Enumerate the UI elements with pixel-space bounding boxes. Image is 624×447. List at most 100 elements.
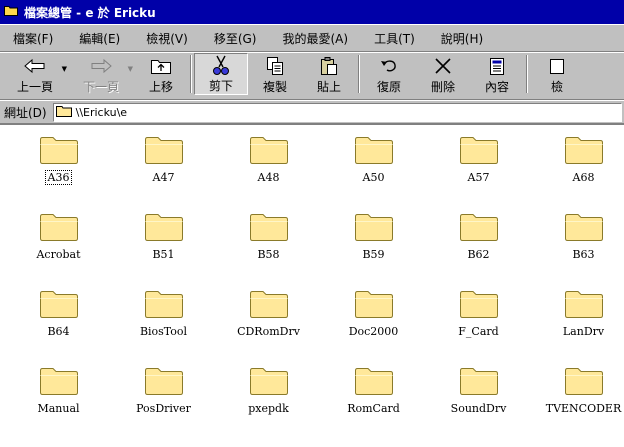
folder-icon — [39, 368, 78, 395]
folder-icon — [564, 214, 603, 241]
folder-item[interactable]: A36 — [6, 135, 111, 212]
folder-item[interactable]: BiosTool — [111, 289, 216, 366]
folder-item[interactable]: Manual — [6, 366, 111, 443]
back-button[interactable]: 上一頁 ▼ — [2, 53, 68, 95]
folder-name: Doc2000 — [348, 325, 399, 338]
views-button[interactable]: 檢 — [530, 53, 584, 95]
folder-name: A57 — [467, 171, 490, 184]
folder-name: B51 — [152, 248, 175, 261]
paste-label: 貼上 — [316, 80, 341, 94]
menu-file[interactable]: 檔案(F) — [4, 27, 62, 50]
folder-icon — [144, 214, 183, 241]
toolbar-separator — [358, 55, 360, 93]
folder-name: PosDriver — [136, 402, 191, 415]
folder-up-icon — [149, 55, 173, 77]
folder-icon — [564, 137, 603, 164]
menu-goto[interactable]: 移至(G) — [205, 27, 266, 50]
folder-icon — [354, 214, 393, 241]
folder-item[interactable]: pxepdk — [216, 366, 321, 443]
folder-name: B64 — [47, 325, 70, 338]
undo-button[interactable]: 復原 — [362, 53, 416, 95]
folder-item[interactable]: TVENCODER — [531, 366, 624, 443]
folder-name: A68 — [572, 171, 595, 184]
copy-button[interactable]: 複製 — [248, 53, 302, 95]
undo-label: 復原 — [376, 80, 401, 94]
folder-name: A36 — [44, 170, 73, 185]
file-list-view[interactable]: A36 A47 A48 A50 A57 A68 Acrobat B51 B58 … — [0, 124, 624, 447]
folder-icon — [564, 368, 603, 395]
folder-item[interactable]: A48 — [216, 135, 321, 212]
folder-item[interactable]: F_Card — [426, 289, 531, 366]
delete-label: 刪除 — [430, 80, 455, 94]
folder-name: Manual — [37, 402, 80, 415]
delete-button[interactable]: 刪除 — [416, 53, 470, 95]
folder-item[interactable]: A47 — [111, 135, 216, 212]
folder-icon — [55, 105, 72, 120]
folder-item[interactable]: B51 — [111, 212, 216, 289]
menu-tools[interactable]: 工具(T) — [365, 27, 424, 50]
folder-name: B58 — [257, 248, 280, 261]
folder-item[interactable]: B63 — [531, 212, 624, 289]
menu-edit[interactable]: 編輯(E) — [70, 27, 129, 50]
folder-name: A47 — [152, 171, 175, 184]
paste-clipboard-icon — [317, 55, 341, 77]
copy-label: 複製 — [262, 80, 287, 94]
folder-item[interactable]: A57 — [426, 135, 531, 212]
folder-name: pxepdk — [248, 402, 289, 415]
address-input[interactable]: \\Ericku\e — [52, 102, 622, 122]
folder-icon — [39, 291, 78, 318]
folder-name: B62 — [467, 248, 490, 261]
folder-name: F_Card — [458, 325, 499, 338]
folder-icon — [4, 5, 18, 19]
folder-name: B59 — [362, 248, 385, 261]
folder-icon — [144, 137, 183, 164]
menu-view[interactable]: 檢視(V) — [137, 27, 197, 50]
undo-icon — [377, 55, 401, 77]
folder-item[interactable]: A68 — [531, 135, 624, 212]
menu-favorites[interactable]: 我的最愛(A) — [273, 27, 357, 50]
paste-button[interactable]: 貼上 — [302, 53, 356, 95]
folder-item[interactable]: B59 — [321, 212, 426, 289]
toolbar: 上一頁 ▼ 下一頁 ▼ 上移 剪下 複製 貼上 復原 刪除 內容 檢 — [0, 52, 624, 100]
copy-icon — [263, 55, 287, 77]
window-title: 檔案總管 - e 於 Ericku — [24, 5, 156, 20]
up-label: 上移 — [148, 80, 173, 94]
menu-help[interactable]: 說明(H) — [432, 27, 492, 50]
folder-item[interactable]: B62 — [426, 212, 531, 289]
address-label: 網址(D) — [4, 105, 47, 120]
properties-icon — [485, 55, 509, 77]
folder-icon — [39, 214, 78, 241]
folder-item[interactable]: LanDrv — [531, 289, 624, 366]
folder-name: BiosTool — [139, 325, 188, 338]
folder-item[interactable]: CDRomDrv — [216, 289, 321, 366]
up-button[interactable]: 上移 — [134, 53, 188, 95]
folder-name: A50 — [362, 171, 385, 184]
folder-name: A48 — [257, 171, 280, 184]
cut-button[interactable]: 剪下 — [194, 53, 248, 95]
folder-name: B63 — [572, 248, 595, 261]
views-label: 檢 — [550, 80, 563, 94]
folder-item[interactable]: Doc2000 — [321, 289, 426, 366]
folder-icon — [354, 368, 393, 395]
folder-item[interactable]: B58 — [216, 212, 321, 289]
properties-button[interactable]: 內容 — [470, 53, 524, 95]
back-dropdown-icon[interactable]: ▼ — [62, 65, 67, 73]
toolbar-separator — [526, 55, 528, 93]
folder-icon — [144, 368, 183, 395]
title-bar[interactable]: 檔案總管 - e 於 Ericku — [0, 0, 624, 24]
folder-item[interactable]: B64 — [6, 289, 111, 366]
menu-bar: 檔案(F) 編輯(E) 檢視(V) 移至(G) 我的最愛(A) 工具(T) 說明… — [0, 24, 624, 52]
folder-item[interactable]: PosDriver — [111, 366, 216, 443]
scissors-icon — [209, 54, 233, 76]
folder-item[interactable]: SoundDrv — [426, 366, 531, 443]
folder-icon — [459, 214, 498, 241]
folder-icon — [249, 137, 288, 164]
folder-name: CDRomDrv — [237, 325, 300, 338]
folder-item[interactable]: Acrobat — [6, 212, 111, 289]
folder-icon — [459, 137, 498, 164]
forward-button[interactable]: 下一頁 ▼ — [68, 53, 134, 95]
forward-dropdown-icon[interactable]: ▼ — [128, 65, 133, 73]
folder-item[interactable]: A50 — [321, 135, 426, 212]
folder-item[interactable]: RomCard — [321, 366, 426, 443]
properties-label: 內容 — [484, 80, 509, 94]
